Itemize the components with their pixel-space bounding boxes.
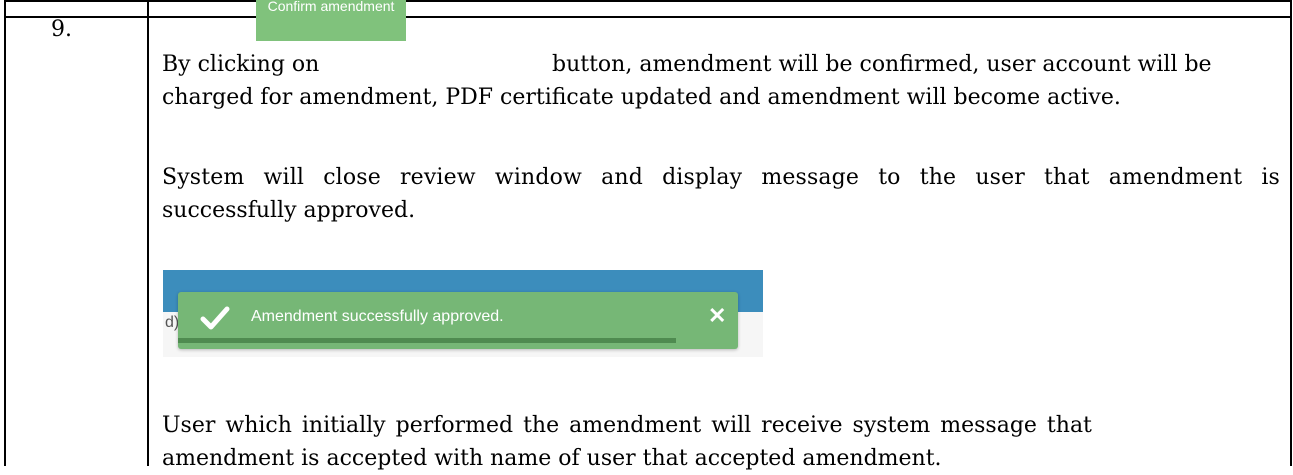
para1-line1-rest: button, amendment will be confirmed, use…	[552, 52, 1212, 77]
para3-line1: User which initially performed the amend…	[162, 413, 1092, 438]
notification-screenshot: d) Amendment successfully approved. ✕	[163, 270, 763, 357]
close-window-paragraph: System will close review window and disp…	[162, 161, 1280, 227]
system-message-paragraph: User which initially performed the amend…	[162, 409, 1280, 475]
toast-progress-bar	[178, 338, 676, 343]
column-divider	[147, 0, 149, 466]
para1-line2: charged for amendment, PDF certificate u…	[162, 85, 1121, 110]
success-toast: Amendment successfully approved. ✕	[178, 292, 738, 349]
close-icon[interactable]: ✕	[708, 304, 726, 328]
checkmark-icon	[200, 306, 230, 330]
confirm-amendment-button[interactable]: Confirm amendment	[256, 0, 406, 41]
para2-line2: successfully approved.	[162, 198, 416, 223]
confirm-paragraph: Confirm amendment By clicking on button,…	[162, 0, 1280, 114]
para2-line1: System will close review window and disp…	[162, 165, 1280, 190]
para3-line2: amendment is accepted with name of user …	[162, 446, 942, 471]
para1-prefix: By clicking on	[162, 52, 320, 77]
step-number: 9.	[51, 17, 72, 42]
table-top-border	[4, 0, 1292, 2]
table-left-border	[4, 0, 6, 466]
row-top-border	[4, 16, 1292, 18]
toast-message: Amendment successfully approved.	[251, 308, 504, 325]
table-right-border	[1290, 0, 1292, 466]
